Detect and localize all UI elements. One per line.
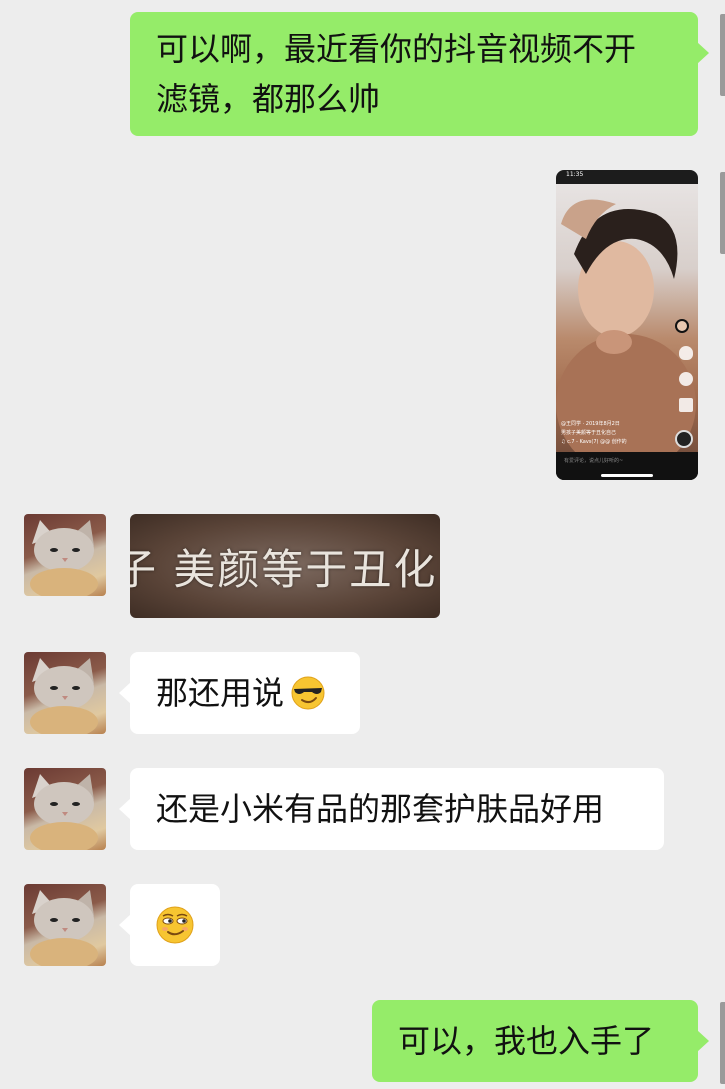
cat-avatar-image [30, 658, 98, 734]
status-time: 11:35 [566, 171, 584, 178]
screenshot-image[interactable]: 11:35 @王同学 · 2019年8月2日 男孩子美颜等于丑化自己 ♫ c.7… [556, 170, 698, 480]
home-indicator [601, 474, 653, 477]
message-text: 那还用说 [156, 674, 285, 712]
like-icon [679, 346, 693, 360]
video-music: ♫ c.7 - Kavs(7) @@ 创作的 [561, 439, 627, 445]
message-text-line: 可以啊，最近看你的抖音视频不开 [156, 30, 637, 68]
incoming-message-bubble[interactable]: 还是小米有品的那套护肤品好用 [119, 768, 664, 850]
incoming-message-bubble[interactable] [119, 884, 220, 966]
incoming-message-bubble[interactable]: 那还用说 [119, 652, 360, 734]
self-avatar[interactable] [720, 172, 725, 254]
smirk-emoji [156, 906, 194, 944]
self-avatar[interactable] [720, 1002, 725, 1084]
outgoing-message-bubble[interactable]: 可以啊，最近看你的抖音视频不开 滤镜，都那么帅 [130, 12, 709, 136]
message-text: 可以，我也入手了 [398, 1022, 655, 1060]
comment-icon [679, 372, 693, 386]
video-author: @王同学 · 2019年8月2日 [561, 421, 620, 427]
sticker-text: 子 美颜等于丑化自 [130, 544, 440, 594]
cool-sunglasses-emoji [291, 676, 325, 710]
video-caption: 男孩子美颜等于丑化自己 [561, 430, 617, 436]
contact-avatar[interactable] [24, 884, 106, 966]
outgoing-message-bubble[interactable]: 可以，我也入手了 [372, 1000, 709, 1082]
comment-placeholder: 有爱评论，说点儿好听的~ [564, 458, 624, 464]
message-text-line: 滤镜，都那么帅 [156, 80, 381, 118]
sticker-image[interactable]: 子 美颜等于丑化自 [130, 514, 440, 618]
self-avatar[interactable] [720, 14, 725, 96]
chat-window: 可以啊，最近看你的抖音视频不开 滤镜，都那么帅 11:35 @王同学 · 201… [0, 0, 725, 1089]
contact-avatar[interactable] [24, 514, 106, 596]
cat-avatar-image [30, 774, 98, 850]
cat-avatar-image [30, 520, 98, 596]
music-disc-icon [675, 430, 693, 448]
contact-avatar[interactable] [24, 652, 106, 734]
share-icon [679, 398, 693, 412]
cat-avatar-image [30, 890, 98, 966]
contact-avatar[interactable] [24, 768, 106, 850]
message-text: 还是小米有品的那套护肤品好用 [156, 790, 605, 828]
